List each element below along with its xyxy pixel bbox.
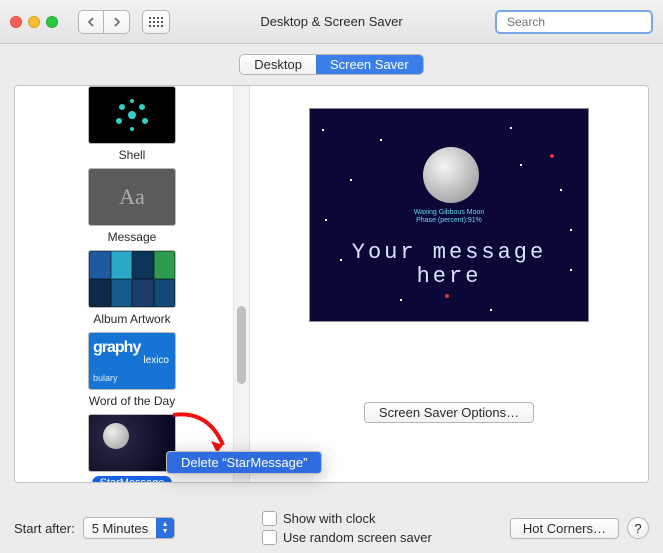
forward-button[interactable] <box>104 10 130 34</box>
glyph-icon: Aa <box>119 184 145 210</box>
show-with-clock-checkbox[interactable] <box>262 511 277 526</box>
main-panel: Shell Aa Message Album Artwork <box>14 85 649 483</box>
moon-caption: Waxing Gibbous MoonPhase (percent):91% <box>310 209 588 225</box>
tab-bar: Desktop Screen Saver <box>0 44 663 85</box>
moon-icon <box>103 423 129 449</box>
list-item-label: Album Artwork <box>93 312 170 326</box>
preview-message: Your messagehere <box>310 241 588 289</box>
list-item[interactable]: Shell <box>15 86 249 162</box>
window-controls <box>10 16 58 28</box>
list-item[interactable]: Aa Message <box>15 168 249 244</box>
titlebar: Desktop & Screen Saver <box>0 0 663 44</box>
screensaver-list[interactable]: Shell Aa Message Album Artwork <box>15 86 250 482</box>
footer-controls: Start after: 5 Minutes ▲▼ Show with cloc… <box>14 511 649 545</box>
back-button[interactable] <box>78 10 104 34</box>
show-all-button[interactable] <box>142 10 170 34</box>
screensaver-thumbnail: graphy lexico bulary <box>88 332 176 390</box>
use-random-checkbox[interactable] <box>262 530 277 545</box>
start-after-label: Start after: <box>14 521 75 536</box>
list-item-label: Message <box>108 230 157 244</box>
show-with-clock-label: Show with clock <box>283 511 375 526</box>
close-window-button[interactable] <box>10 16 22 28</box>
zoom-window-button[interactable] <box>46 16 58 28</box>
tab-screen-saver[interactable]: Screen Saver <box>316 55 423 74</box>
scrollbar-thumb[interactable] <box>237 306 246 384</box>
hot-corners-button[interactable]: Hot Corners… <box>510 518 619 539</box>
moon-icon <box>423 147 479 203</box>
screen-saver-options-button[interactable]: Screen Saver Options… <box>364 402 534 423</box>
stepper-icon: ▲▼ <box>156 518 174 538</box>
use-random-label: Use random screen saver <box>283 530 432 545</box>
scrollbar[interactable] <box>233 86 249 482</box>
minimize-window-button[interactable] <box>28 16 40 28</box>
grid-icon <box>149 17 163 27</box>
context-menu-delete[interactable]: Delete “StarMessage” <box>167 452 321 473</box>
start-after-value: 5 Minutes <box>84 521 156 536</box>
list-item-label: StarMessage <box>92 476 173 482</box>
search-field[interactable] <box>495 10 653 34</box>
list-item[interactable]: Album Artwork <box>15 250 249 326</box>
help-button[interactable]: ? <box>627 517 649 539</box>
tab-desktop[interactable]: Desktop <box>240 55 316 74</box>
help-icon: ? <box>634 521 641 536</box>
nav-buttons <box>78 10 130 34</box>
screensaver-thumbnail <box>88 414 176 472</box>
screensaver-thumbnail <box>88 250 176 308</box>
preview-area: Waxing Gibbous MoonPhase (percent):91% Y… <box>250 86 648 482</box>
list-item-label: Word of the Day <box>89 394 175 408</box>
list-item[interactable]: graphy lexico bulary Word of the Day <box>15 332 249 408</box>
screensaver-thumbnail: Aa <box>88 168 176 226</box>
screensaver-thumbnail <box>88 86 176 144</box>
start-after-select[interactable]: 5 Minutes ▲▼ <box>83 517 175 539</box>
list-item-label: Shell <box>119 148 146 162</box>
search-input[interactable] <box>507 15 662 29</box>
screensaver-preview[interactable]: Waxing Gibbous MoonPhase (percent):91% Y… <box>309 108 589 322</box>
context-menu: Delete “StarMessage” <box>166 451 322 474</box>
